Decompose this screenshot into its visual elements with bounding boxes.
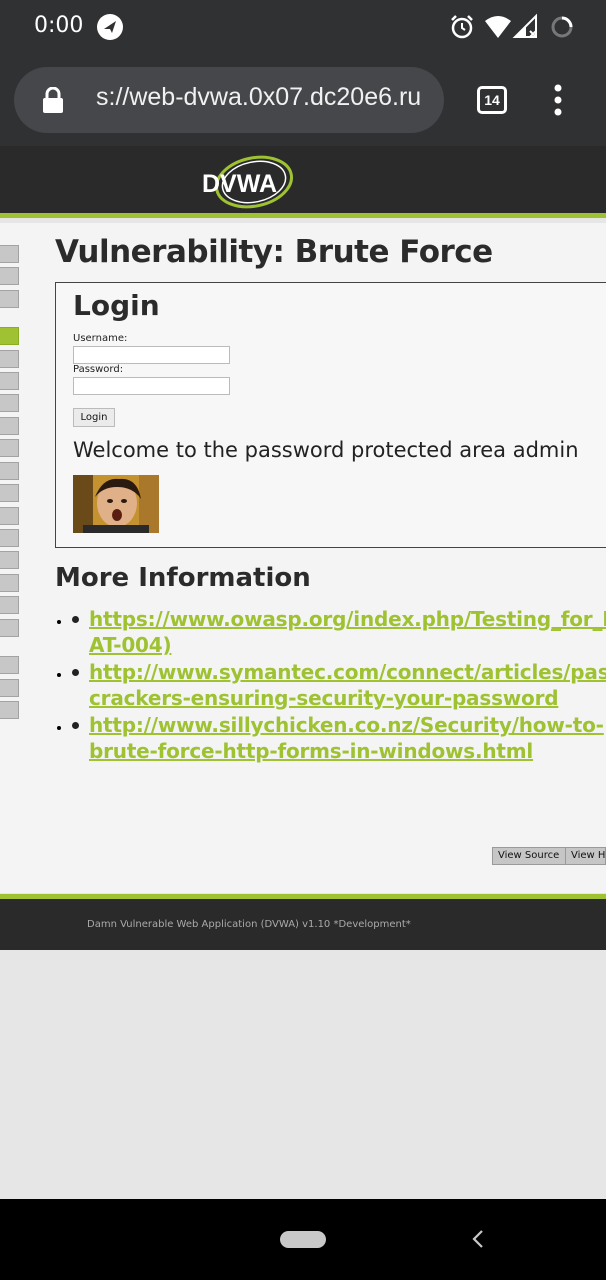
overflow-menu-icon[interactable] [548,84,568,116]
sillychicken-link[interactable]: http://www.sillychicken.co.nz/Security/h… [89,712,606,738]
web-page: DVWA Vulnerability: Brute Force Login Us… [0,146,606,1199]
sidebar-menu-item[interactable] [0,417,19,435]
home-button[interactable] [280,1231,326,1248]
back-icon[interactable] [470,1229,486,1249]
sidebar-menu-item[interactable] [0,439,19,457]
loading-icon [551,16,573,38]
welcome-message: Welcome to the password protected area a… [73,438,579,462]
sidebar-menu-item[interactable] [0,245,19,263]
status-bar: 0:00 [0,0,606,56]
dvwa-footer: Damn Vulnerable Web Application (DVWA) v… [0,894,606,950]
sidebar-menu-item[interactable] [0,267,19,285]
sillychicken-link-continued[interactable]: brute-force-http-forms-in-windows.html [89,738,606,764]
wifi-icon [485,16,511,38]
list-bullet [72,669,79,676]
owasp-link-continued[interactable]: AT-004) [89,632,606,658]
sidebar-menu-item[interactable] [0,507,19,525]
password-input[interactable] [73,377,230,395]
more-information-heading: More Information [55,563,311,593]
username-label: Username: [73,333,128,344]
status-time: 0:00 [34,13,84,38]
sidebar-menu-item[interactable] [0,551,19,569]
view-help-button[interactable]: View H [565,847,606,865]
sidebar-menu-item[interactable] [0,619,19,637]
footer-text: Damn Vulnerable Web Application (DVWA) v… [87,919,411,930]
reference-link-item: https://www.owasp.org/index.php/Testing_… [72,606,606,658]
sidebar-menu-item[interactable] [0,462,19,480]
list-bullet [72,616,79,623]
username-input[interactable] [73,346,230,364]
sidebar-menu-item[interactable] [0,290,19,308]
svg-text:DVWA: DVWA [202,170,277,198]
reference-link-item: http://www.symantec.com/connect/articles… [72,659,606,711]
sidebar-menu-item[interactable] [0,596,19,614]
sidebar-menu-item[interactable] [0,679,19,697]
sidebar-menu-item[interactable] [0,484,19,502]
sidebar-menu-item[interactable] [0,701,19,719]
login-button[interactable]: Login [73,408,115,427]
main-content: Vulnerability: Brute Force Login Usernam… [0,223,606,893]
url-text: s://web-dvwa.0x07.dc20e6.ru [96,83,422,111]
symantec-link-continued[interactable]: crackers-ensuring-security-your-password [89,685,606,711]
login-heading: Login [73,289,160,322]
sidebar-menu-item[interactable] [0,350,19,368]
page-title: Vulnerability: Brute Force [55,234,493,270]
symantec-link[interactable]: http://www.symantec.com/connect/articles… [89,659,606,685]
view-source-button[interactable]: View Source [492,847,566,865]
admin-avatar-photo [73,475,159,533]
sidebar-menu-item[interactable] [0,394,19,412]
sidebar-menu-item[interactable] [0,372,19,390]
alarm-icon [451,15,473,39]
sidebar-menu-item[interactable] [0,529,19,547]
address-bar[interactable]: s://web-dvwa.0x07.dc20e6.ru [14,67,444,133]
sidebar-menu-item[interactable] [0,327,19,345]
dvwa-header: DVWA [0,146,606,218]
login-form: Login Username: Password: Login Welcome … [55,282,606,548]
sidebar-menu-item[interactable] [0,656,19,674]
signal-icon [512,13,537,38]
tab-switcher-button[interactable]: 14 [477,86,507,114]
browser-toolbar: s://web-dvwa.0x07.dc20e6.ru 14 [0,56,606,146]
sidebar-menu-item[interactable] [0,574,19,592]
lock-icon [43,87,63,113]
reference-link-item: http://www.sillychicken.co.nz/Security/h… [72,712,606,764]
navigation-app-icon [97,14,123,40]
reference-links-list: https://www.owasp.org/index.php/Testing_… [72,606,606,765]
password-label: Password: [73,364,124,375]
owasp-link[interactable]: https://www.owasp.org/index.php/Testing_… [89,606,606,632]
android-nav-bar [0,1199,606,1280]
dvwa-logo[interactable]: DVWA [196,152,300,212]
list-bullet [72,722,79,729]
